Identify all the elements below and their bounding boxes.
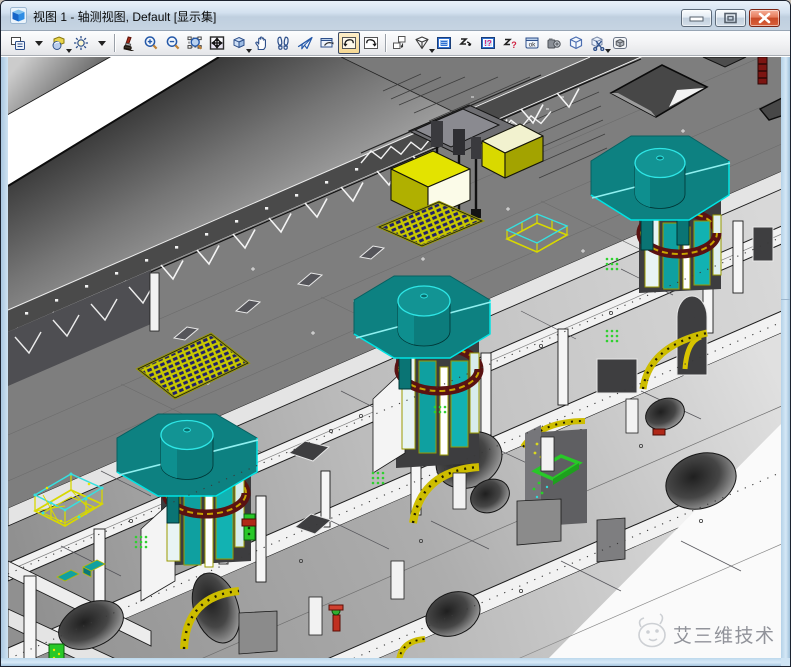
- svg-text:ok: ok: [529, 42, 537, 49]
- model-render: 艾三维技术: [1, 57, 790, 666]
- window-area-icon: [187, 35, 203, 51]
- restore-icon: [716, 10, 745, 26]
- define-camera-button[interactable]: [543, 32, 565, 54]
- walk-footprints-icon: [275, 35, 291, 51]
- red-pipe: [758, 57, 767, 84]
- dropdown-arrow-icon: [35, 41, 43, 46]
- show-display-set-icon: !?: [480, 35, 496, 51]
- define-camera-icon: [546, 35, 562, 51]
- window-title: 视图 1 - 轴测视图, Default [显示集]: [33, 8, 216, 25]
- set-display-depth-icon: [458, 35, 474, 51]
- walk-footprints-button[interactable]: [272, 32, 294, 54]
- view-toolbar: !?? ok: [1, 31, 790, 56]
- fly-plane-button[interactable]: [294, 32, 316, 54]
- watermark-text: 艾三维技术: [673, 625, 776, 647]
- navigate-view-icon: [319, 35, 335, 51]
- view-window: 视图 1 - 轴测视图, Default [显示集] !?? ok: [0, 0, 791, 667]
- zoom-out-button[interactable]: [162, 32, 184, 54]
- view-attributes-icon: [10, 35, 26, 51]
- dialog-ok-icon: ok: [524, 35, 540, 51]
- cube-wireframe-icon: [568, 35, 584, 51]
- dropdown-arrow-icon: [98, 41, 106, 46]
- copy-view-button[interactable]: [389, 32, 411, 54]
- vertical-scrollbar[interactable]: [781, 57, 790, 658]
- close-icon: [750, 10, 779, 26]
- scrollbar-corner: [781, 658, 790, 666]
- adjust-lighting-button[interactable]: [70, 32, 92, 54]
- show-display-depth-icon: ?: [502, 35, 518, 51]
- dialog-ok-button[interactable]: ok: [521, 32, 543, 54]
- display-style-button[interactable]: [48, 32, 70, 54]
- adjust-lighting-icon: [73, 35, 89, 51]
- cube-in-box-icon: [612, 35, 628, 51]
- window-frame-left: [1, 57, 8, 666]
- copy-view-icon: [392, 35, 408, 51]
- minimize-icon: [682, 10, 711, 26]
- pan-view-hand-button[interactable]: [250, 32, 272, 54]
- apply-display-set-icon: [436, 35, 452, 51]
- view-next-icon: [363, 35, 379, 51]
- viewport-3d[interactable]: 艾三维技术: [1, 57, 790, 666]
- restore-button[interactable]: [715, 9, 746, 27]
- display-style-icon: [51, 35, 67, 51]
- svg-text:!?: !?: [484, 39, 492, 48]
- navigate-view-button[interactable]: [316, 32, 338, 54]
- zoom-out-icon: [165, 35, 181, 51]
- rotate-view-cube-button[interactable]: [228, 32, 250, 54]
- update-view-brush-icon: [121, 35, 137, 51]
- fit-view-button[interactable]: [206, 32, 228, 54]
- title-bar[interactable]: 视图 1 - 轴测视图, Default [显示集]: [1, 1, 790, 31]
- set-display-depth-button[interactable]: [455, 32, 477, 54]
- window-area-button[interactable]: [184, 32, 206, 54]
- clip-cube-scissors-button[interactable]: [587, 32, 609, 54]
- view-window-cube-icon: [10, 7, 27, 24]
- view-next-button[interactable]: [360, 32, 382, 54]
- dropdown-arrow[interactable]: [92, 32, 111, 54]
- cube-wireframe-button[interactable]: [565, 32, 587, 54]
- rotate-view-cube-icon: [231, 35, 247, 51]
- fit-view-icon: [209, 35, 225, 51]
- update-view-brush-button[interactable]: [118, 32, 140, 54]
- cube-in-box-button[interactable]: [609, 32, 631, 54]
- apply-display-set-button[interactable]: [433, 32, 455, 54]
- fly-plane-icon: [297, 35, 313, 51]
- clip-volume-funnel-icon: [414, 35, 430, 51]
- zoom-in-button[interactable]: [140, 32, 162, 54]
- minimize-button[interactable]: [681, 9, 712, 27]
- view-attributes-button[interactable]: [7, 32, 29, 54]
- svg-text:?: ?: [511, 40, 517, 50]
- clip-volume-funnel-button[interactable]: [411, 32, 433, 54]
- toolbar-separator: [385, 34, 386, 52]
- horizontal-scrollbar[interactable]: [1, 658, 790, 666]
- close-button[interactable]: [749, 9, 780, 27]
- dropdown-arrow[interactable]: [29, 32, 48, 54]
- show-display-set-button[interactable]: !?: [477, 32, 499, 54]
- pan-view-hand-icon: [253, 35, 269, 51]
- zoom-in-icon: [143, 35, 159, 51]
- view-previous-button[interactable]: [338, 32, 360, 54]
- clip-cube-scissors-icon: [590, 35, 606, 51]
- toolbar-separator: [114, 34, 115, 52]
- show-display-depth-button[interactable]: ?: [499, 32, 521, 54]
- view-previous-icon: [341, 35, 357, 51]
